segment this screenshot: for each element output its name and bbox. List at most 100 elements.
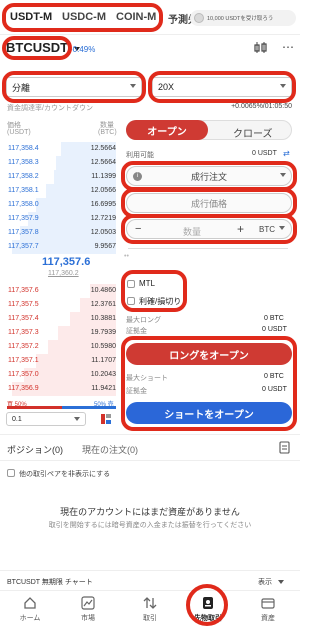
futures-icon [203,597,213,609]
quantity-slider[interactable] [128,248,288,249]
bid-price: 117,358.3 [8,159,39,166]
tab-positions[interactable]: ポジション(0) [7,443,63,456]
ask-qty: 11.9421 [91,385,116,392]
orderbook-ask-row[interactable]: 117,357.4 10.3881 [6,312,116,326]
mtl-checkbox[interactable] [127,280,135,288]
ask-qty: 19.7939 [90,329,116,336]
orderbook-ask-row[interactable]: 117,357.3 19.7939 [6,326,116,340]
ask-qty: 10.2043 [90,371,116,378]
bid-qty: 12.0566 [90,187,116,194]
nav-market[interactable]: 市場 [66,596,110,623]
leverage-select[interactable]: 20X [152,77,292,97]
bid-qty: 12.5664 [90,159,116,166]
mark-price: 117,360.2 [48,270,79,277]
transfer-icon[interactable]: ⇄ [283,149,290,158]
quantity-unit[interactable]: BTC [259,225,275,234]
open-long-button[interactable]: ロングをオープン [126,343,292,365]
divider [0,460,300,461]
close-tab[interactable]: クローズ [233,125,273,140]
ask-qty: 12.3761 [90,301,116,308]
orderbook-ask-row[interactable]: 117,357.0 10.2043 [6,368,116,382]
precision-select[interactable]: 0.1 [6,412,86,426]
nav-trade-label: 取引 [143,615,157,622]
orderbook-bid-row[interactable]: 117,358.0 16.6995 [6,198,116,212]
bid-qty: 16.6995 [90,201,116,208]
price-field-value: 成行価格 [190,198,227,209]
tab-coin-m[interactable]: COIN-M [116,11,156,23]
tab-usdt-m[interactable]: USDT-M [10,11,52,23]
orderbook-ask-row[interactable]: 117,357.5 12.3761 [6,298,116,312]
orderbook-bid-row[interactable]: 117,358.4 12.5664 [6,142,116,156]
bid-price: 117,357.9 [8,215,39,222]
ask-price: 117,357.6 [8,287,39,294]
bid-qty: 12.7219 [90,215,116,222]
chevron-down-icon [130,84,136,88]
open-short-button[interactable]: ショートをオープン [126,402,292,424]
hide-other-pairs-label: 他の取引ペアを非表示にする [19,471,111,478]
chevron-down-icon [280,173,286,177]
bid-price: 117,358.1 [8,187,39,194]
more-icon[interactable]: ⋯ [282,40,294,54]
open-long-label: ロングをオープン [169,350,249,362]
open-tab[interactable]: オープン [126,120,208,140]
orderbook-ask-row[interactable]: 117,356.9 11.9421 [6,382,116,396]
nav-assets[interactable]: 資産 [246,596,290,623]
precision-value: 0.1 [12,415,22,423]
ask-price: 117,357.1 [8,357,39,364]
bid-price: 117,357.7 [8,243,39,250]
bid-qty: 12.5664 [90,145,116,152]
order-history-icon[interactable] [279,441,290,454]
orderbook-bid-row[interactable]: 117,357.8 12.0503 [6,226,116,240]
bid-qty: 12.0503 [90,229,116,236]
gift-icon [194,13,204,23]
price-unit: (USDT) [7,129,31,136]
nav-home-label: ホーム [19,615,41,622]
chart-settings-icon[interactable] [254,42,268,54]
quantity-input[interactable]: − 数量 + BTC [126,219,292,239]
ask-qty: 10.3881 [90,315,116,322]
max-short-value: 0 BTC [264,373,284,380]
plus-button[interactable]: + [237,222,244,236]
max-short-label: 最大ショート [126,375,168,382]
margin-mode-select[interactable]: 分離 [6,77,142,97]
empty-state-hint: 取引を開始するには暗号資産の入金または振替を行ってください [48,522,252,529]
hide-other-pairs-checkbox[interactable] [7,469,15,477]
orderbook-bid-row[interactable]: 117,358.3 12.5664 [6,156,116,170]
bid-qty: 9.9567 [94,243,116,250]
tpsl-checkbox[interactable] [127,297,135,305]
orderbook-ask-row[interactable]: 117,357.1 11.1707 [6,354,116,368]
orderbook-ask-row[interactable]: 117,357.6 10.4860 [6,284,116,298]
empty-state-title: 現在のアカウントにはまだ資産がありません [60,507,240,517]
orderbook-bid-row[interactable]: 117,358.2 11.1399 [6,170,116,184]
chart-bar-label: BTCUSDT 無期限 チャート [7,579,93,586]
ask-qty: 10.5980 [90,343,116,350]
chevron-down-icon[interactable] [278,580,284,584]
orderbook-ask-row[interactable]: 117,357.2 10.5980 [6,340,116,354]
bid-qty: 11.1399 [91,173,116,180]
order-type-value: 成行注文 [190,171,227,182]
open-tab-label: オープン [147,126,187,138]
nav-futures[interactable]: 先物取引 [186,596,230,623]
minus-button[interactable]: − [135,223,141,235]
info-icon: i [133,172,142,181]
divider [0,570,300,571]
orderbook-bid-row[interactable]: 117,358.1 12.0566 [6,184,116,198]
nav-home[interactable]: ホーム [8,596,52,623]
ask-qty: 10.4860 [90,287,116,294]
orderbook-bid-row[interactable]: 117,357.9 12.7219 [6,212,116,226]
tab-open-orders[interactable]: 現在の注文(0) [82,443,138,456]
chart-toggle[interactable]: 表示 [258,577,272,587]
bid-price: 117,357.8 [8,229,39,236]
price-change: -0.49% [70,45,96,54]
divider [0,590,300,591]
symbol-selector[interactable]: BTCUSDT [6,40,80,55]
nav-market-label: 市場 [81,615,95,622]
nav-trade[interactable]: 取引 [128,596,172,623]
orderbook-layout-icon[interactable] [100,413,112,425]
promo-banner[interactable]: 10,000 USDTを受け取ろう [190,10,296,26]
chevron-down-icon [280,84,286,88]
orderbook-bid-row[interactable]: 117,357.7 9.9567 [6,240,116,254]
tab-usdc-m[interactable]: USDC-M [62,11,106,23]
order-type-select[interactable]: i 成行注文 [126,166,292,186]
price-field[interactable]: 成行価格 [126,193,292,213]
